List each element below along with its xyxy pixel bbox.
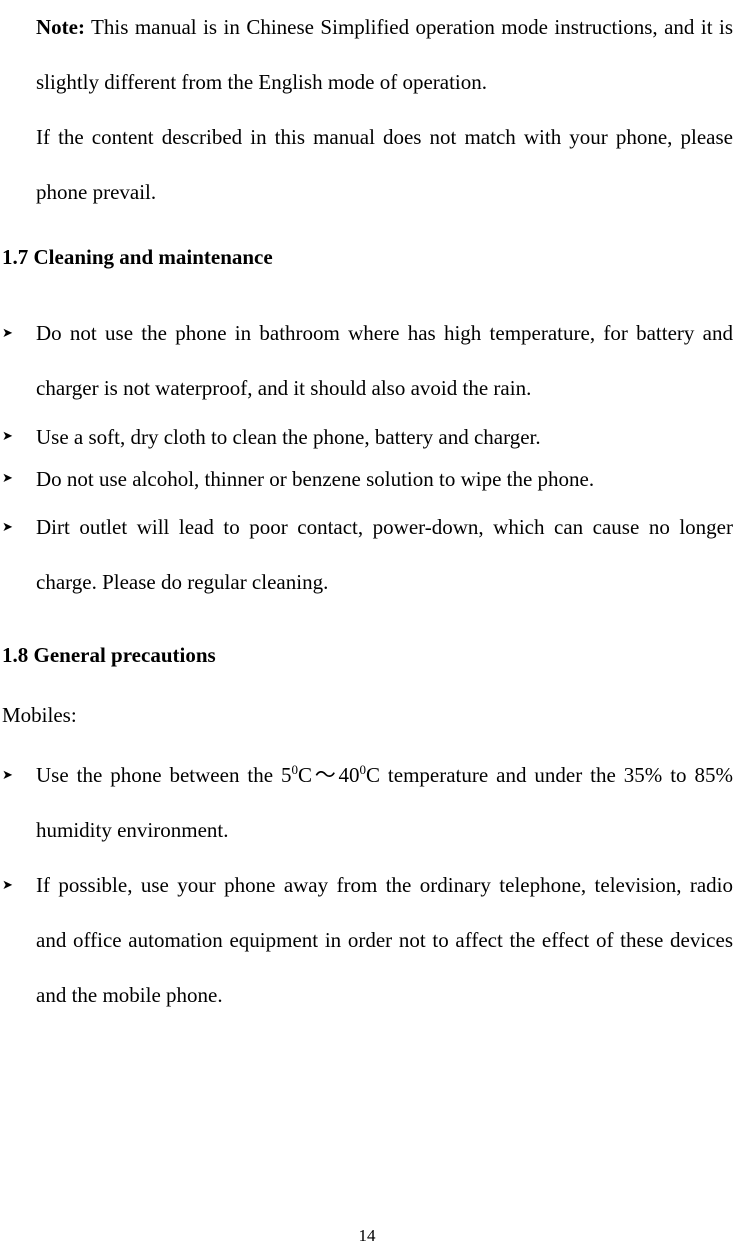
- wave-dash: ～: [312, 763, 339, 787]
- list-item-text: Do not use alcohol, thinner or benzene s…: [36, 467, 595, 491]
- note-label: Note:: [36, 15, 85, 39]
- list-item: ➤ Dirt outlet will lead to poor contact,…: [0, 500, 734, 610]
- page-content: Note: This manual is in Chinese Simplifi…: [0, 0, 734, 1023]
- arrowhead-right-icon: ➤: [2, 878, 13, 893]
- list-item: ➤ Use a soft, dry cloth to clean the pho…: [0, 416, 734, 458]
- document-page: Note: This manual is in Chinese Simplifi…: [0, 0, 734, 1253]
- mobiles-label: Mobiles:: [2, 703, 77, 727]
- heading-section-1-8: 1.8 General precautions: [2, 643, 216, 667]
- list-item-text: Use the phone between the 50C～400C tempe…: [36, 763, 733, 842]
- celsius-unit: C: [365, 763, 380, 787]
- list-item-text: Dirt outlet will lead to poor contact, p…: [36, 515, 733, 594]
- celsius-unit: C: [298, 763, 313, 787]
- arrowhead-right-icon: ➤: [2, 429, 13, 444]
- page-number: 14: [358, 1226, 376, 1245]
- heading-section-1-7: 1.7 Cleaning and maintenance: [2, 245, 273, 269]
- cleaning-maintenance-list: ➤ Do not use the phone in bathroom where…: [0, 306, 734, 610]
- arrowhead-right-icon: ➤: [2, 520, 13, 535]
- arrowhead-right-icon: ➤: [2, 326, 13, 341]
- note-paragraph-text: This manual is in Chinese Simplified ope…: [36, 15, 733, 94]
- list-item: ➤ Use the phone between the 50C～400C tem…: [0, 748, 734, 858]
- general-precautions-list: ➤ Use the phone between the 50C～400C tem…: [0, 748, 734, 1023]
- note-paragraph: Note: This manual is in Chinese Simplifi…: [0, 0, 734, 110]
- list-item: ➤ Do not use the phone in bathroom where…: [0, 306, 734, 416]
- temperature-prefix: Use the phone between the 5: [36, 763, 292, 787]
- list-item: ➤ Do not use alcohol, thinner or benzene…: [0, 458, 734, 500]
- list-item-text: If possible, use your phone away from th…: [36, 873, 733, 1007]
- arrowhead-right-icon: ➤: [2, 471, 13, 486]
- list-item-text: Do not use the phone in bathroom where h…: [36, 321, 733, 400]
- list-item: ➤ If possible, use your phone away from …: [0, 858, 734, 1023]
- arrowhead-right-icon: ➤: [2, 768, 13, 783]
- temperature-upper: 40: [338, 763, 360, 787]
- list-item-text: Use a soft, dry cloth to clean the phone…: [36, 425, 541, 449]
- mismatch-paragraph: If the content described in this manual …: [36, 125, 733, 204]
